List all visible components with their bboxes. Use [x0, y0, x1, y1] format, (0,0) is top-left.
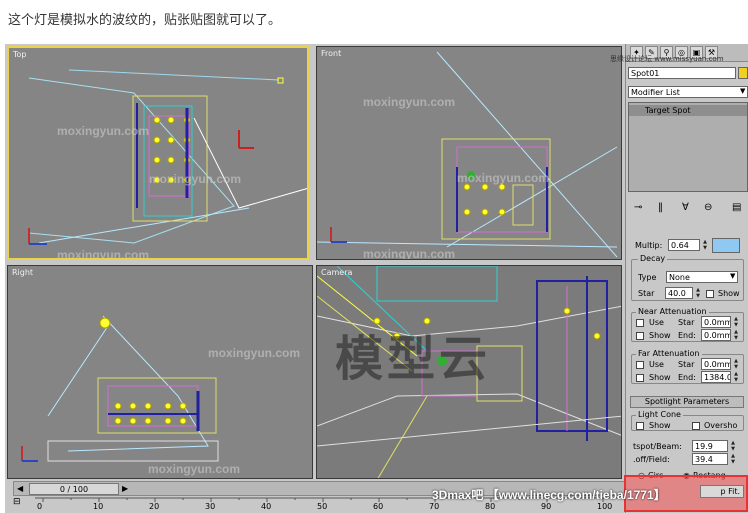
watermark-site: moxingyun.com [363, 95, 456, 109]
caption: 这个灯是模拟水的波纹的，贴张贴图就可以了。 [8, 13, 282, 28]
decay-show-checkbox[interactable] [706, 290, 714, 298]
viewport-top[interactable]: Top moxingyun.com moxingyun.com moxingyu… [7, 46, 309, 260]
next-frame-arrow-icon[interactable]: ▶ [122, 484, 128, 493]
decay-type-dropdown[interactable]: None [666, 271, 738, 283]
modifier-list-dropdown[interactable]: Modifier List [628, 86, 748, 98]
ruler-tick-label: 80 [485, 502, 496, 511]
far-start-spinner[interactable]: ▲ ▼ [733, 358, 739, 370]
near-end-label: End: [678, 331, 696, 340]
far-end-spinner[interactable]: ▲ ▼ [733, 371, 739, 383]
ruler-tick-label: 40 [261, 502, 272, 511]
watermark-corner: 思缘设计论坛 www.missyuan.com [610, 55, 724, 63]
ruler-tick-label: 100 [597, 502, 613, 511]
viewport-label-camera: Camera [321, 268, 353, 277]
max-window: Top moxingyun.com moxingyun.com moxingyu… [5, 44, 748, 513]
light-cone-title: Light Cone [636, 410, 683, 419]
ruler-tick-label: 10 [93, 502, 104, 511]
watermark-site: moxingyun.com [57, 248, 150, 260]
ruler-tick-label: 70 [429, 502, 440, 511]
decay-start-spinner[interactable]: ▲ ▼ [695, 287, 701, 299]
near-end-spinner[interactable]: ▲ ▼ [733, 329, 739, 341]
pin-stack-icon[interactable]: ⊸ [634, 202, 642, 213]
command-panel: ✦ ✎ ⚲ ◎ ▣ ⚒ 思缘设计论坛 www.missyuan.com Spot… [610, 44, 748, 513]
near-start-field[interactable]: 0.0mm [701, 316, 731, 328]
object-color-swatch[interactable] [738, 67, 748, 79]
multiplier-field[interactable]: 0.64 [668, 239, 700, 251]
make-unique-icon[interactable]: ∀ [682, 202, 689, 213]
far-attenuation-title: Far Attenuation [636, 349, 702, 358]
ruler-tick-label: 30 [205, 502, 216, 511]
viewport-front[interactable]: Front moxingyun.com moxingyun.com moxing… [316, 46, 622, 260]
near-attenuation-title: Near Attenuation [636, 307, 709, 316]
ruler-tick-label: 50 [317, 502, 328, 511]
multiplier-spinner[interactable]: ▲ ▼ [702, 239, 708, 251]
near-start-spinner[interactable]: ▲ ▼ [733, 316, 739, 328]
stack-item-target-spot[interactable]: Target Spot [629, 105, 747, 116]
remove-modifier-icon[interactable]: ⊖ [704, 202, 712, 213]
layer-icon[interactable]: ⊟ [13, 497, 27, 511]
bitmap-fit-button[interactable]: p Fit. [700, 485, 744, 498]
decay-type-arrow-icon[interactable]: ▼ [730, 272, 735, 280]
far-show-label: Show [649, 373, 671, 382]
hotspot-field[interactable]: 19.9 [692, 440, 728, 452]
near-start-label: Star [678, 318, 695, 327]
viewport-label-right: Right [12, 268, 34, 277]
object-name-field[interactable]: Spot01 [628, 67, 736, 79]
viewport-label-top: Top [13, 50, 27, 59]
modifier-list-arrow-icon[interactable]: ▼ [740, 87, 745, 95]
prev-frame-arrow-icon[interactable]: ◀ [17, 484, 23, 493]
far-end-label: End: [678, 373, 696, 382]
time-slider[interactable]: 0 / 100 [29, 483, 119, 495]
near-show-checkbox[interactable] [636, 332, 644, 340]
watermark-site: moxingyun.com [148, 462, 241, 476]
multiplier-label: Multip: [635, 241, 663, 250]
ruler-tick-label: 90 [541, 502, 552, 511]
near-end-field[interactable]: 0.0mm [701, 329, 731, 341]
spotlight-parameters-rollout[interactable]: Spotlight Parameters [630, 396, 744, 408]
far-start-label: Star [678, 360, 695, 369]
far-use-checkbox[interactable] [636, 361, 644, 369]
ruler-tick-label: 60 [373, 502, 384, 511]
decay-type-label: Type [638, 273, 657, 282]
decay-start-field[interactable]: 40.0 [665, 287, 693, 299]
ruler-tick-label: 0 [37, 502, 43, 511]
modifier-stack: Target Spot [628, 102, 748, 192]
falloff-label: .off/Field: [633, 455, 670, 464]
watermark-big: 模型云 [335, 331, 492, 387]
viewport-right[interactable]: Right moxingyun.com moxingyun.com [7, 265, 313, 479]
decay-title: Decay [638, 254, 668, 263]
watermark-site: moxingyun.com [57, 124, 150, 138]
far-end-field[interactable]: 1384.0 [701, 371, 731, 383]
hotspot-spinner[interactable]: ▲ ▼ [730, 440, 736, 452]
far-use-label: Use [649, 360, 664, 369]
light-color-swatch[interactable] [712, 238, 740, 253]
falloff-spinner[interactable]: ▲ ▼ [730, 453, 736, 465]
near-show-label: Show [649, 331, 671, 340]
configure-sets-icon[interactable]: ▤ [732, 202, 741, 213]
near-use-checkbox[interactable] [636, 319, 644, 327]
watermark-site: moxingyun.com [149, 172, 242, 186]
hotspot-label: tspot/Beam: [633, 442, 682, 451]
overshoot-checkbox[interactable] [692, 422, 700, 430]
watermark-site: moxingyun.com [457, 171, 550, 185]
near-use-label: Use [649, 318, 664, 327]
decay-start-label: Star [638, 289, 655, 298]
watermark-site: moxingyun.com [208, 346, 301, 360]
watermark-site: moxingyun.com [363, 247, 456, 260]
cone-show-label: Show [649, 421, 671, 430]
viewport-label-front: Front [321, 49, 342, 58]
falloff-field[interactable]: 39.4 [692, 453, 728, 465]
cone-show-checkbox[interactable] [636, 422, 644, 430]
forum-overlay-text: 3Dmax吧 【www.linecg.com/tieba/1771】 [432, 488, 666, 502]
overshoot-label: Oversho [704, 421, 738, 430]
stack-toolbar: ⊸ ‖ ∀ ⊖ ▤ [628, 200, 748, 216]
far-start-field[interactable]: 0.0mm [701, 358, 731, 370]
far-show-checkbox[interactable] [636, 374, 644, 382]
ruler-tick-label: 20 [149, 502, 160, 511]
show-end-result-icon[interactable]: ‖ [658, 202, 663, 213]
decay-show-label: Show [718, 289, 740, 298]
